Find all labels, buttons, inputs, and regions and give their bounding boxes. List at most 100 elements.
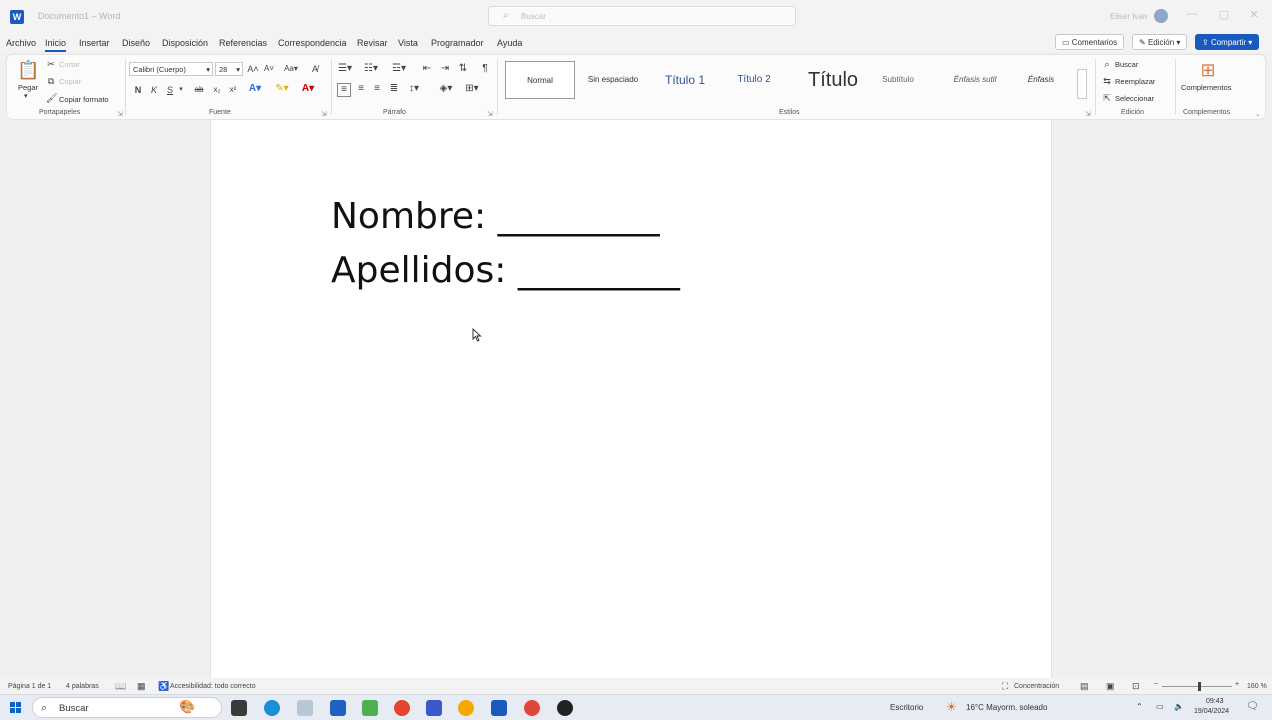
addins-icon[interactable]: ⊞ xyxy=(1197,59,1219,81)
chrome-canary-icon[interactable] xyxy=(458,700,474,716)
task-view-icon[interactable] xyxy=(231,700,247,716)
style-normal[interactable]: Normal xyxy=(505,61,575,99)
tab-ayuda[interactable]: Ayuda xyxy=(497,38,522,48)
word-taskbar-icon[interactable] xyxy=(491,700,507,716)
read-mode-icon[interactable]: ▤ xyxy=(1080,681,1089,692)
copy-button[interactable]: Copiar xyxy=(59,77,81,86)
shading-icon[interactable]: ◈▾ xyxy=(437,83,455,95)
multilevel-list-icon[interactable]: ☲▾ xyxy=(391,63,407,75)
shrink-font-icon[interactable]: A˅ xyxy=(263,63,275,75)
print-layout-icon[interactable]: ▣ xyxy=(1106,681,1115,692)
zoom-out-icon[interactable]: − xyxy=(1154,681,1158,688)
highlight-icon[interactable]: ✎▾ xyxy=(273,83,291,95)
paragraph-launcher-icon[interactable]: ⇲ xyxy=(487,110,493,118)
clipboard-launcher-icon[interactable]: ⇲ xyxy=(117,110,123,118)
focus-mode-button[interactable]: Concentración xyxy=(1014,683,1059,690)
collapse-ribbon-icon[interactable]: ⌄ xyxy=(1255,110,1261,118)
weather-status[interactable]: 16°C Mayorm. soleado xyxy=(966,703,1047,712)
zoom-slider-thumb[interactable] xyxy=(1198,682,1201,691)
document-page[interactable]: Nombre: _________ Apellidos: _________ xyxy=(210,120,1052,680)
tab-archivo[interactable]: Archivo xyxy=(6,38,36,48)
line-spacing-icon[interactable]: ↕▾ xyxy=(405,83,423,95)
tab-revisar[interactable]: Revisar xyxy=(357,38,388,48)
styles-gallery-scroll[interactable] xyxy=(1077,69,1087,99)
style-enfasis-sutil[interactable]: Énfasis sutil xyxy=(937,61,1013,99)
justify-icon[interactable]: ≣ xyxy=(388,83,400,95)
chevron-down-icon[interactable]: ▾ xyxy=(177,84,185,96)
store-icon[interactable] xyxy=(330,700,346,716)
user-name[interactable]: Eliser Ivan xyxy=(1110,12,1147,21)
align-right-icon[interactable]: ≡ xyxy=(371,83,383,95)
document-canvas[interactable]: Nombre: _________ Apellidos: _________ xyxy=(0,120,1272,680)
style-enfasis[interactable]: Énfasis xyxy=(1013,61,1069,99)
page-count[interactable]: Página 1 de 1 xyxy=(8,683,51,690)
notifications-icon[interactable]: 🗨 xyxy=(1246,701,1259,712)
borders-icon[interactable]: ⊞▾ xyxy=(463,83,481,95)
desktop-label[interactable]: Escritorio xyxy=(890,703,923,712)
tab-insertar[interactable]: Insertar xyxy=(79,38,110,48)
change-case-icon[interactable]: Aa▾ xyxy=(281,63,301,75)
web-layout-icon[interactable]: ⊡ xyxy=(1132,681,1140,692)
clock-time[interactable]: 09:43 xyxy=(1206,698,1224,705)
maximize-button[interactable]: ▢ xyxy=(1215,8,1233,21)
zoom-in-icon[interactable]: + xyxy=(1235,681,1239,688)
addins-button[interactable]: Complementos xyxy=(1181,83,1231,92)
font-color-icon[interactable]: A▾ xyxy=(299,83,317,95)
bold-button[interactable]: N xyxy=(133,84,143,96)
format-painter-button[interactable]: Copiar formato xyxy=(59,95,109,104)
editing-mode-button[interactable]: ✎ Edición ▾ xyxy=(1132,34,1188,50)
file-tool-icon[interactable] xyxy=(297,700,313,716)
sort-icon[interactable]: ⇅ xyxy=(457,63,469,75)
paste-dropdown-icon[interactable]: ▾ xyxy=(24,92,28,100)
chrome-icon[interactable] xyxy=(394,700,410,716)
select-button[interactable]: Seleccionar xyxy=(1115,94,1154,103)
document-line-nombre[interactable]: Nombre: _________ xyxy=(331,196,660,237)
cut-button[interactable]: Cortar xyxy=(59,60,80,69)
app-window-icon[interactable] xyxy=(426,700,442,716)
windows-start-icon[interactable] xyxy=(10,702,22,714)
text-effects-icon[interactable]: A▾ xyxy=(247,83,263,95)
italic-button[interactable]: K xyxy=(149,84,159,96)
paste-icon[interactable]: 📋 xyxy=(17,59,39,81)
style-subtitulo[interactable]: Subtítulo xyxy=(865,61,931,99)
zoom-slider-track[interactable] xyxy=(1162,686,1232,687)
clock-date[interactable]: 19/04/2024 xyxy=(1194,708,1229,715)
tab-vista[interactable]: Vista xyxy=(398,38,418,48)
decrease-indent-icon[interactable]: ⇤ xyxy=(421,63,433,75)
underline-button[interactable]: S xyxy=(165,84,175,96)
font-launcher-icon[interactable]: ⇲ xyxy=(321,110,327,118)
show-marks-icon[interactable]: ¶ xyxy=(479,63,491,75)
align-left-icon[interactable]: ≡ xyxy=(337,83,351,97)
paste-label[interactable]: Pegar xyxy=(18,83,38,92)
title-search-box[interactable]: ⌕ Buscar xyxy=(488,6,796,26)
tab-programador[interactable]: Programador xyxy=(431,38,484,48)
tab-diseno[interactable]: Diseño xyxy=(122,38,150,48)
comments-button[interactable]: ▭ Comentarios xyxy=(1055,34,1125,50)
taskbar-search-box[interactable]: ⌕ Buscar 🎨 xyxy=(32,697,222,718)
font-name-select[interactable]: Calibri (Cuerpo) ▾ xyxy=(129,62,213,76)
share-button[interactable]: ⇪ Compartir ▾ xyxy=(1195,34,1260,50)
document-line-apellidos[interactable]: Apellidos: _________ xyxy=(331,250,680,291)
network-icon[interactable]: ▭ xyxy=(1156,702,1164,711)
numbering-icon[interactable]: ☷▾ xyxy=(363,63,379,75)
volume-icon[interactable]: 🔈 xyxy=(1174,702,1184,711)
superscript-icon[interactable]: x² xyxy=(227,84,239,96)
styles-launcher-icon[interactable]: ⇲ xyxy=(1085,110,1091,118)
style-titulo[interactable]: Título xyxy=(791,61,875,99)
word-count[interactable]: 4 palabras xyxy=(66,683,99,690)
close-button[interactable]: ✕ xyxy=(1245,8,1263,21)
chrome-profile-icon[interactable] xyxy=(524,700,540,716)
bullets-icon[interactable]: ☰▾ xyxy=(337,63,353,75)
tab-referencias[interactable]: Referencias xyxy=(219,38,267,48)
proofing-icon[interactable]: 📖 xyxy=(115,681,126,692)
find-button[interactable]: Buscar xyxy=(1115,60,1138,69)
chevron-up-icon[interactable]: ⌃ xyxy=(1136,702,1143,711)
obs-icon[interactable] xyxy=(557,700,573,716)
subscript-icon[interactable]: x₂ xyxy=(211,84,223,96)
align-center-icon[interactable]: ≡ xyxy=(355,83,367,95)
accessibility-status[interactable]: Accesibilidad: todo correcto xyxy=(170,683,256,690)
tab-inicio[interactable]: Inicio xyxy=(45,38,67,52)
tab-correspondencia[interactable]: Correspondencia xyxy=(278,38,347,48)
grow-font-icon[interactable]: A˄ xyxy=(247,63,259,75)
style-titulo-1[interactable]: Título 1 xyxy=(651,61,719,99)
